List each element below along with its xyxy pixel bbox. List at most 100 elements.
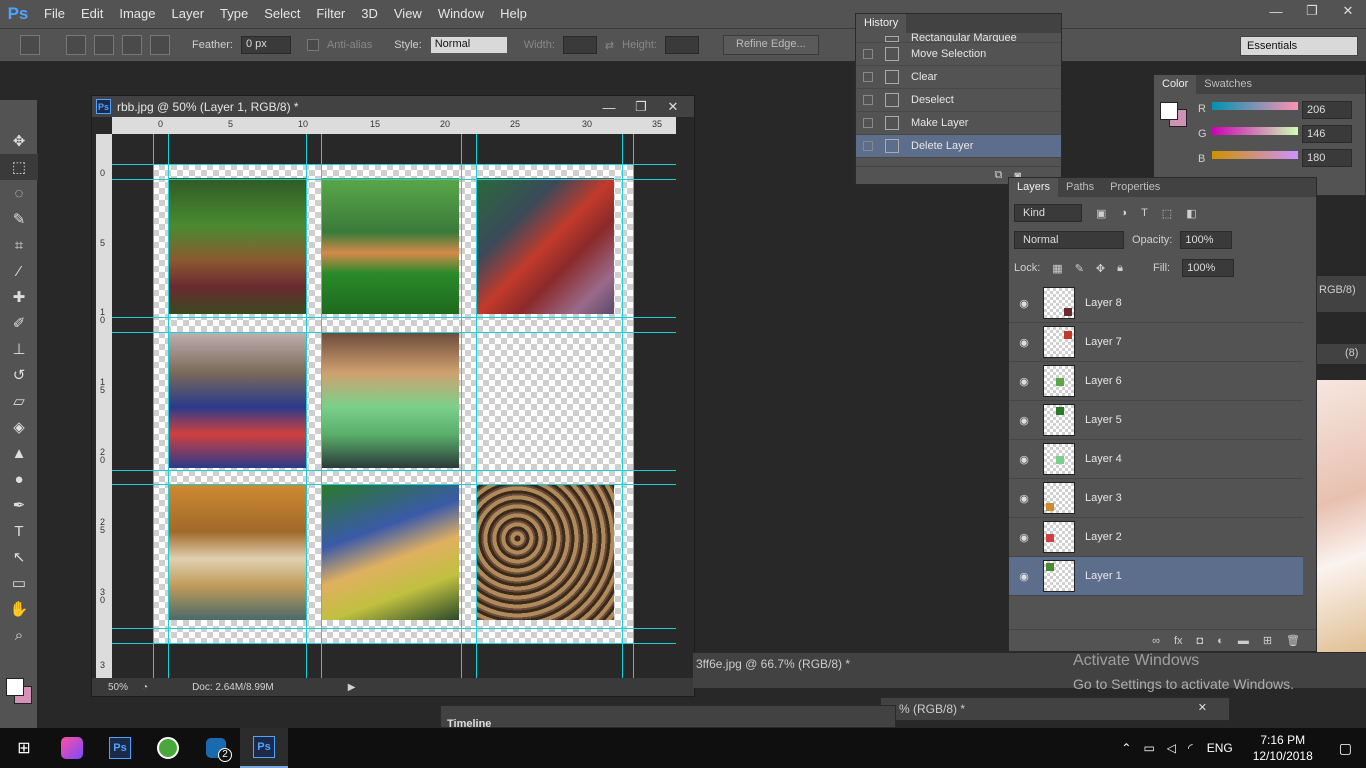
language-indicator[interactable]: ENG <box>1199 741 1241 755</box>
photoshop-taskbar-icon[interactable]: Ps <box>96 728 144 768</box>
guide-vertical[interactable] <box>153 134 154 680</box>
intersect-selection-icon[interactable] <box>150 35 170 55</box>
layer-name[interactable]: Layer 8 <box>1085 297 1122 309</box>
path-select-tool-icon[interactable]: ↖ <box>0 544 38 570</box>
marquee-tool-icon[interactable] <box>20 35 40 55</box>
b-value[interactable]: 180 <box>1302 149 1352 167</box>
wifi-icon[interactable]: ◜ <box>1182 741 1199 755</box>
history-checkbox[interactable] <box>863 72 873 82</box>
dodge-tool-icon[interactable]: ● <box>0 466 38 492</box>
guide-vertical[interactable] <box>306 134 307 680</box>
eye-icon[interactable]: ◉ <box>1009 453 1039 466</box>
pen-tool-icon[interactable]: ✒ <box>0 492 38 518</box>
add-mask-icon[interactable]: ◘ <box>1197 635 1204 647</box>
filter-pixel-icon[interactable]: ▣ <box>1096 207 1106 220</box>
minimize-button[interactable]: — <box>1258 0 1294 22</box>
menu-view[interactable]: View <box>386 0 430 28</box>
antialias-checkbox[interactable] <box>306 39 319 51</box>
blend-mode-select[interactable]: Normal <box>1014 231 1124 249</box>
menu-image[interactable]: Image <box>111 0 163 28</box>
guide-vertical[interactable] <box>622 134 623 680</box>
history-brush-tool-icon[interactable]: ↺ <box>0 362 38 388</box>
browser-app-icon[interactable] <box>144 728 192 768</box>
fx-icon[interactable]: fx <box>1174 635 1183 647</box>
horizontal-ruler[interactable]: 0 5 10 15 20 25 30 35 <box>112 117 676 134</box>
doc-close-button[interactable]: ✕ <box>660 96 686 118</box>
move-tool-icon[interactable]: ✥ <box>0 128 38 154</box>
tab-properties[interactable]: Properties <box>1102 178 1168 197</box>
history-item[interactable]: Make Layer <box>856 112 1061 135</box>
refine-edge-button[interactable]: Refine Edge... <box>723 35 819 55</box>
lock-all-icon[interactable]: 🔒︎ <box>1117 262 1123 275</box>
layer-name[interactable]: Layer 3 <box>1085 492 1122 504</box>
eye-icon[interactable]: ◉ <box>1009 570 1039 583</box>
eyedropper-tool-icon[interactable]: ⁄ <box>0 258 38 284</box>
guide-horizontal[interactable] <box>112 470 676 471</box>
guide-horizontal[interactable] <box>112 164 676 165</box>
menu-file[interactable]: File <box>36 0 73 28</box>
layer-row[interactable]: ◉ Layer 2 <box>1009 518 1303 557</box>
swap-icon[interactable]: ⇄ <box>605 39 614 52</box>
history-checkbox[interactable] <box>863 141 873 151</box>
start-button[interactable]: ⊞ <box>0 728 48 768</box>
history-checkbox[interactable] <box>863 118 873 128</box>
new-document-from-state-icon[interactable]: ⧉ <box>994 169 1002 182</box>
shape-tool-icon[interactable]: ▭ <box>0 570 38 596</box>
zoom-tool-icon[interactable]: ⌕ <box>0 622 38 648</box>
brush-tool-icon[interactable]: ✐ <box>0 310 38 336</box>
eye-icon[interactable]: ◉ <box>1009 375 1039 388</box>
eraser-tool-icon[interactable]: ▱ <box>0 388 38 414</box>
menu-help[interactable]: Help <box>492 0 535 28</box>
menu-select[interactable]: Select <box>256 0 308 28</box>
guide-horizontal[interactable] <box>112 643 676 644</box>
history-item[interactable]: Clear <box>856 66 1061 89</box>
lock-position-icon[interactable]: ✥ <box>1096 262 1105 275</box>
color-fg-swatch[interactable] <box>1160 102 1178 120</box>
document-canvas[interactable] <box>153 164 633 644</box>
eye-icon[interactable]: ◉ <box>1009 492 1039 505</box>
status-arrow-icon[interactable]: ▶ <box>348 682 356 693</box>
bg-doc-close-icon[interactable]: ✕ <box>1198 701 1207 714</box>
layer-name[interactable]: Layer 4 <box>1085 453 1122 465</box>
new-selection-icon[interactable] <box>66 35 86 55</box>
guide-vertical[interactable] <box>321 134 322 680</box>
layer-row[interactable]: ◉ Layer 3 <box>1009 479 1303 518</box>
layer-row[interactable]: ◉ Layer 8 <box>1009 284 1303 323</box>
layer-name[interactable]: Layer 6 <box>1085 375 1122 387</box>
doc-minimize-button[interactable]: — <box>596 96 622 118</box>
guide-horizontal[interactable] <box>112 179 676 180</box>
quick-select-tool-icon[interactable]: ✎ <box>0 206 38 232</box>
eye-icon[interactable]: ◉ <box>1009 414 1039 427</box>
filter-shape-icon[interactable]: ⬚ <box>1162 207 1172 220</box>
opacity-input[interactable]: 100% <box>1180 231 1233 249</box>
zoom-level[interactable]: 50% <box>108 682 128 693</box>
paint-bucket-tool-icon[interactable]: ◈ <box>0 414 38 440</box>
history-item[interactable]: Deselect <box>856 89 1061 112</box>
b-slider[interactable] <box>1212 151 1298 159</box>
tab-layers[interactable]: Layers <box>1009 178 1059 197</box>
blur-tool-icon[interactable]: ▲ <box>0 440 38 466</box>
layer-row[interactable]: ◉ Layer 7 <box>1009 323 1303 362</box>
menu-filter[interactable]: Filter <box>308 0 353 28</box>
tab-paths[interactable]: Paths <box>1058 178 1102 197</box>
layer-row[interactable]: ◉ Layer 6 <box>1009 362 1303 401</box>
battery-icon[interactable]: ▭ <box>1137 741 1160 755</box>
adjustment-layer-icon[interactable]: ◐ <box>1217 635 1224 647</box>
style-select[interactable]: Normal <box>429 36 508 54</box>
filter-smart-object-icon[interactable]: ◧ <box>1186 207 1196 220</box>
background-doc-strip2[interactable]: (8) <box>1317 344 1366 364</box>
history-item[interactable]: Rectangular Marquee <box>856 33 1061 43</box>
tray-expand-icon[interactable]: ⌃ <box>1115 741 1137 755</box>
new-group-icon[interactable]: ▬ <box>1238 635 1249 647</box>
subtract-selection-icon[interactable] <box>122 35 142 55</box>
menu-type[interactable]: Type <box>212 0 256 28</box>
doc-restore-button[interactable]: ❐ <box>628 96 654 118</box>
new-layer-icon[interactable]: ⊞ <box>1263 634 1272 647</box>
lock-transparent-icon[interactable]: ▦ <box>1052 262 1062 275</box>
background-document-3[interactable]: % (RGB/8) * ✕ <box>880 697 1230 721</box>
instagram-app-icon[interactable]: 2 <box>192 728 240 768</box>
hand-tool-icon[interactable]: ✋ <box>0 596 38 622</box>
picsart-app-icon[interactable] <box>48 728 96 768</box>
history-checkbox[interactable] <box>863 95 873 105</box>
tab-history[interactable]: History <box>856 14 907 33</box>
